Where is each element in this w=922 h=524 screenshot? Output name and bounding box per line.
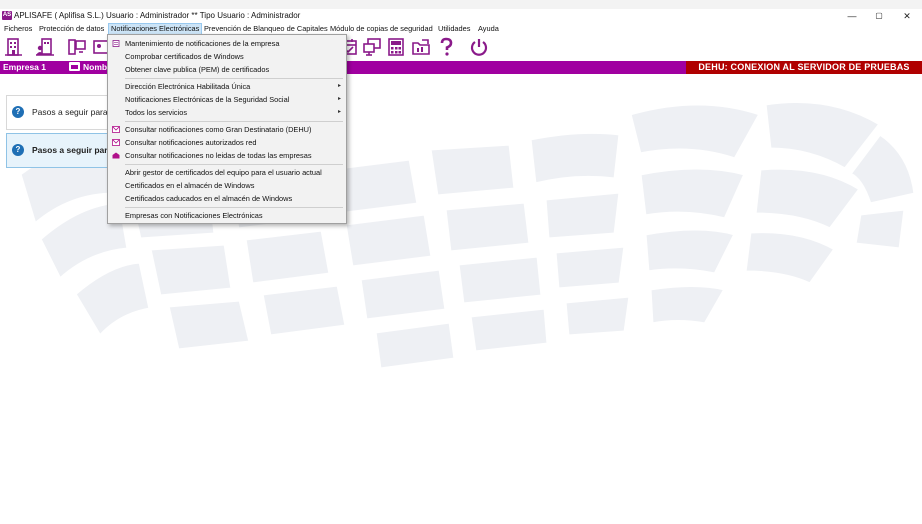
folder-icon bbox=[69, 62, 80, 71]
menu-separator bbox=[125, 78, 343, 79]
top-strip bbox=[0, 0, 922, 9]
menu-separator bbox=[125, 207, 343, 208]
workstation-icon[interactable] bbox=[67, 37, 87, 57]
dehu-server-banner: DEHU: CONEXION AL SERVIDOR DE PRUEBAS bbox=[686, 61, 922, 74]
menu-ficheros[interactable]: Ficheros bbox=[2, 24, 34, 34]
menu-separator bbox=[125, 121, 343, 122]
help-icon: ? bbox=[12, 144, 24, 156]
submenu-arrow-icon: ▸ bbox=[337, 109, 341, 115]
menu-ayuda[interactable]: Ayuda bbox=[476, 24, 501, 34]
menu-item-comprobar-certificados[interactable]: Comprobar certificados de Windows bbox=[108, 50, 346, 63]
submenu-arrow-icon: ▸ bbox=[337, 83, 341, 89]
menu-item-empresas-notificaciones[interactable]: Empresas con Notificaciones Electrónicas bbox=[108, 209, 346, 222]
menu-item-certificados-caducados[interactable]: Certificados caducados en el almacén de … bbox=[108, 192, 346, 205]
steps-panel-2-text: Pasos a seguir para bbox=[32, 145, 113, 155]
folder-chart-icon[interactable] bbox=[411, 37, 431, 57]
menu-item-no-leidas[interactable]: Consultar notificaciones no leidas de to… bbox=[108, 149, 346, 162]
mail-icon bbox=[112, 139, 120, 146]
calculator-icon[interactable] bbox=[386, 37, 406, 57]
menu-prevencion-blanqueo[interactable]: Prevención de Blanqueo de Capitales bbox=[202, 24, 330, 34]
power-icon[interactable] bbox=[469, 37, 489, 57]
document-icon bbox=[112, 40, 120, 47]
menu-copias-seguridad[interactable]: Módulo de copias de seguridad bbox=[328, 24, 435, 34]
menu-item-todos-servicios[interactable]: Todos los servicios ▸ bbox=[108, 106, 346, 119]
notificaciones-dropdown-menu: Mantenimiento de notificaciones de la em… bbox=[107, 34, 347, 224]
menu-item-certificados-almacen[interactable]: Certificados en el almacén de Windows bbox=[108, 179, 346, 192]
app-logo-icon: AS bbox=[2, 11, 12, 20]
menu-proteccion-datos[interactable]: Protección de datos bbox=[37, 24, 106, 34]
menu-item-dehu[interactable]: Dirección Electrónica Habilitada Única ▸ bbox=[108, 80, 346, 93]
nombre-field[interactable]: Nomb bbox=[69, 61, 107, 74]
submenu-arrow-icon: ▸ bbox=[337, 96, 341, 102]
maximize-button[interactable]: ▢ bbox=[864, 9, 894, 23]
menu-item-autorizados-red[interactable]: Consultar notificaciones autorizados red bbox=[108, 136, 346, 149]
empresa-label: Empresa 1 bbox=[3, 62, 46, 72]
menu-item-gestor-certificados[interactable]: Abrir gestor de certificados del equipo … bbox=[108, 166, 346, 179]
minimize-button[interactable]: — bbox=[837, 9, 867, 23]
open-mail-icon bbox=[112, 152, 120, 159]
help-question-icon[interactable] bbox=[436, 37, 456, 57]
close-button[interactable]: ✕ bbox=[892, 9, 922, 23]
menu-item-seguridad-social[interactable]: Notificaciones Electrónicas de la Seguri… bbox=[108, 93, 346, 106]
help-icon: ? bbox=[12, 106, 24, 118]
window-title: APLISAFE ( Aplifisa S.L.) Usuario : Admi… bbox=[14, 11, 301, 20]
menu-separator bbox=[125, 164, 343, 165]
company-building-icon[interactable] bbox=[4, 37, 24, 57]
menu-item-mantenimiento-notificaciones[interactable]: Mantenimiento de notificaciones de la em… bbox=[108, 37, 346, 50]
steps-panel-1-text: Pasos a seguir para c bbox=[32, 107, 115, 117]
menu-utilidades[interactable]: Utilidades bbox=[436, 24, 472, 34]
nombre-label: Nomb bbox=[83, 62, 108, 72]
app-window: AS APLISAFE ( Aplifisa S.L.) Usuario : A… bbox=[0, 0, 922, 524]
monitor-network-icon[interactable] bbox=[362, 37, 382, 57]
mail-icon bbox=[112, 126, 120, 133]
menu-item-clave-publica-pem[interactable]: Obtener clave publica (PEM) de certifica… bbox=[108, 63, 346, 76]
menu-item-gran-destinatario[interactable]: Consultar notificaciones como Gran Desti… bbox=[108, 123, 346, 136]
company-users-icon[interactable] bbox=[35, 37, 55, 57]
